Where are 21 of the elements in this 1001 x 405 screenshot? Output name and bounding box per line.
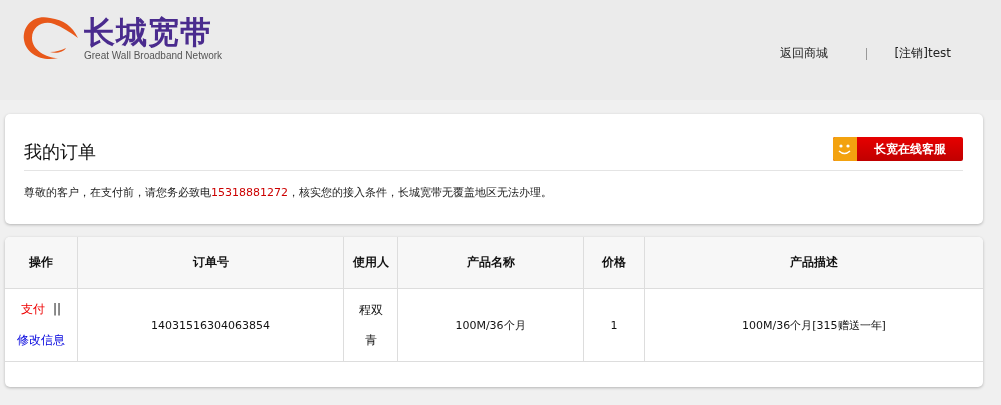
price: 1 bbox=[583, 288, 645, 362]
logout-link[interactable]: [注销]test bbox=[894, 45, 951, 62]
notice-text: 尊敬的客户，在支付前，请您务必致电15318881272，核实您的接入条件，长城宽带无覆盖地区无法办理。 bbox=[24, 185, 553, 200]
logo-name: 长城宽带 bbox=[84, 13, 213, 50]
page-title: 我的订单 bbox=[24, 140, 96, 164]
order-number: 14031516304063854 bbox=[77, 288, 344, 362]
pay-link[interactable]: 支付 bbox=[20, 302, 45, 316]
column-header: 操作 bbox=[5, 237, 78, 289]
edit-info-link[interactable]: 修改信息 bbox=[17, 333, 65, 347]
column-header: 产品描述 bbox=[644, 237, 983, 289]
column-header: 产品名称 bbox=[397, 237, 584, 289]
column-header: 订单号 bbox=[77, 237, 344, 289]
user-name: 程双青 bbox=[343, 288, 398, 362]
back-to-store-link[interactable]: 返回商城 bbox=[779, 45, 828, 62]
column-header: 价格 bbox=[583, 237, 645, 289]
logo-tagline: Great Wall Broadband Network bbox=[84, 49, 223, 61]
smiley-icon bbox=[833, 137, 857, 161]
product-name: 100M/36个月 bbox=[397, 288, 584, 362]
online-support-button[interactable]: 长宽在线客服 bbox=[833, 137, 963, 161]
column-header: 使用人 bbox=[343, 237, 398, 289]
separator-text: || bbox=[52, 302, 62, 316]
